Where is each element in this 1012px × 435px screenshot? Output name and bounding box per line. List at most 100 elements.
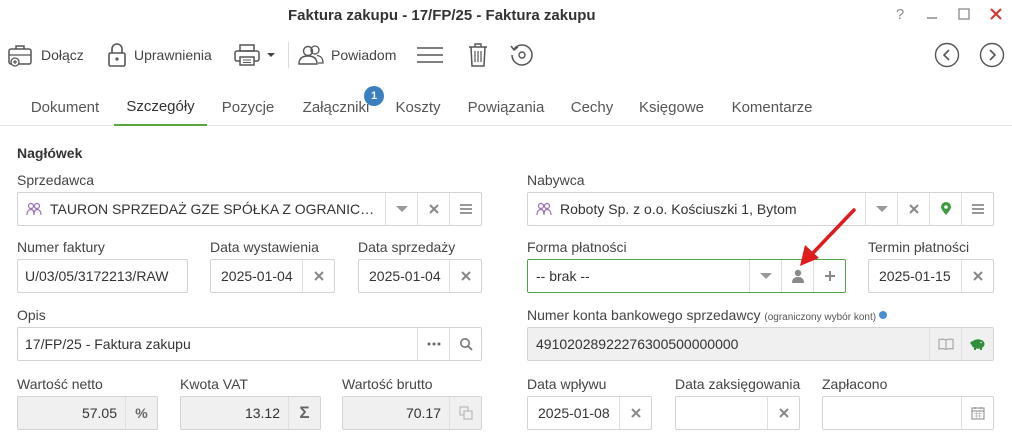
next-record-button[interactable] [979, 42, 1005, 68]
seller-clear-button[interactable] [417, 193, 449, 225]
toolbar: Dołącz Uprawnienia Powiadom [0, 34, 1012, 76]
info-icon[interactable] [879, 311, 888, 319]
issue-date-value: 2025-01-04 [221, 268, 293, 284]
description-search-button[interactable] [449, 328, 481, 360]
search-icon [459, 338, 473, 351]
bank-account-book-button[interactable] [929, 328, 961, 360]
tab-bar: Dokument Szczegóły Pozycje Załączniki Ko… [0, 88, 1012, 126]
receipt-date-clear-button[interactable] [619, 397, 651, 429]
buyer-field[interactable]: Roboty Sp. z o.o. Kościuszki 1, Bytom [527, 192, 994, 226]
window-controls: ? [884, 2, 1012, 26]
gross-copy-button[interactable] [449, 397, 481, 429]
help-icon: ? [895, 5, 905, 23]
vat-amount-value: 13.12 [244, 405, 280, 421]
posting-date-field[interactable] [675, 396, 800, 430]
print-button[interactable] [233, 40, 277, 70]
receipt-date-value: 2025-01-08 [538, 405, 610, 421]
description-field[interactable]: 17/FP/25 - Faktura zakupu [17, 327, 482, 361]
buyer-location-button[interactable] [929, 193, 961, 225]
paid-label: Zapłacono [822, 376, 888, 392]
minimize-icon [927, 17, 937, 19]
book-icon [937, 338, 954, 350]
description-more-button[interactable] [417, 328, 449, 360]
attach-button[interactable]: Dołącz [7, 40, 84, 70]
briefcase-attach-icon [8, 45, 32, 67]
receipt-date-field[interactable]: 2025-01-08 [527, 396, 652, 430]
issue-date-field[interactable]: 2025-01-04 [210, 259, 335, 293]
bank-account-field[interactable]: 49102028922276300500000000 [527, 327, 994, 361]
chevron-down-icon [395, 206, 408, 212]
toolbar-separator [288, 42, 289, 68]
menu-button[interactable] [416, 40, 444, 70]
sale-date-field[interactable]: 2025-01-04 [358, 259, 482, 293]
tab-ksiegowe[interactable]: Księgowe [625, 88, 718, 126]
gross-value-field[interactable]: 70.17 [342, 396, 482, 430]
paid-field[interactable] [822, 396, 994, 430]
bank-account-value: 49102028922276300500000000 [536, 336, 739, 352]
payment-term-clear-button[interactable] [961, 260, 993, 292]
buyer-clear-button[interactable] [897, 193, 929, 225]
notify-button[interactable]: Powiadom [297, 40, 396, 70]
tab-dokument[interactable]: Dokument [18, 88, 112, 126]
sale-date-clear-button[interactable] [449, 260, 481, 292]
buyer-list-button[interactable] [961, 193, 993, 225]
percent-icon: % [135, 405, 148, 421]
gross-value: 70.17 [405, 405, 441, 421]
sale-date-value: 2025-01-04 [369, 268, 441, 284]
tab-cechy[interactable]: Cechy [561, 88, 623, 126]
piggy-bank-icon [969, 339, 984, 350]
seller-dropdown-button[interactable] [385, 193, 417, 225]
payment-term-field[interactable]: 2025-01-15 [868, 259, 994, 293]
clear-icon [313, 271, 324, 281]
bank-account-label: Numer konta bankowego sprzedawcy (ograni… [527, 307, 888, 323]
history-button[interactable] [509, 40, 535, 70]
paid-calendar-button[interactable] [961, 397, 993, 429]
clear-icon [778, 408, 789, 418]
net-value-field[interactable]: 57.05 % [17, 396, 158, 430]
payment-term-value: 2025-01-15 [879, 268, 951, 284]
invoice-number-field[interactable]: U/03/05/3172213/RAW [17, 259, 188, 293]
net-percent-button[interactable]: % [125, 397, 157, 429]
previous-record-button[interactable] [934, 42, 960, 68]
tab-pozycje[interactable]: Pozycje [209, 88, 287, 126]
seller-list-button[interactable] [449, 193, 481, 225]
posting-date-clear-button[interactable] [767, 397, 799, 429]
vat-sum-button[interactable]: Σ [288, 397, 320, 429]
clear-icon [460, 271, 471, 281]
description-value: 17/FP/25 - Faktura zakupu [25, 336, 191, 352]
delete-button[interactable] [467, 40, 489, 70]
payment-form-dropdown-button[interactable] [749, 260, 781, 292]
issue-date-clear-button[interactable] [302, 260, 334, 292]
clear-icon [908, 204, 919, 214]
clear-icon [428, 204, 439, 214]
maximize-button[interactable] [948, 2, 980, 26]
tab-koszty[interactable]: Koszty [385, 88, 451, 126]
help-button[interactable]: ? [884, 2, 916, 26]
net-value-label: Wartość netto [17, 376, 103, 392]
tab-komentarze[interactable]: Komentarze [720, 88, 824, 126]
payment-form-add-button[interactable] [813, 260, 845, 292]
close-button[interactable] [980, 2, 1012, 26]
copy-icon [458, 406, 473, 420]
payment-form-field[interactable]: -- brak -- [527, 259, 846, 293]
receipt-date-label: Data wpływu [527, 376, 607, 392]
buyer-label: Nabywca [527, 172, 585, 188]
printer-icon [234, 44, 260, 66]
seller-field[interactable]: TAURON SPRZEDAŻ GZE SPÓŁKA Z OGRANICZONĄ… [17, 192, 482, 226]
vat-amount-field[interactable]: 13.12 Σ [180, 396, 321, 430]
tab-powiazania[interactable]: Powiązania [453, 88, 559, 126]
chevron-down-icon [267, 53, 275, 57]
seller-label: Sprzedawca [17, 172, 95, 188]
minimize-button[interactable] [916, 2, 948, 26]
bank-account-piggy-button[interactable] [961, 328, 993, 360]
permissions-button[interactable]: Uprawnienia [106, 40, 212, 70]
gross-value-label: Wartość brutto [342, 376, 433, 392]
tab-szczegoly[interactable]: Szczegóły [114, 88, 207, 126]
vat-amount-label: Kwota VAT [180, 376, 248, 392]
buyer-dropdown-button[interactable] [865, 193, 897, 225]
invoice-number-value: U/03/05/3172213/RAW [25, 268, 169, 284]
hamburger-menu-icon [417, 47, 443, 63]
person-icon [791, 269, 804, 283]
posting-date-label: Data zaksięgowania [675, 376, 801, 392]
payment-form-person-button[interactable] [781, 260, 813, 292]
